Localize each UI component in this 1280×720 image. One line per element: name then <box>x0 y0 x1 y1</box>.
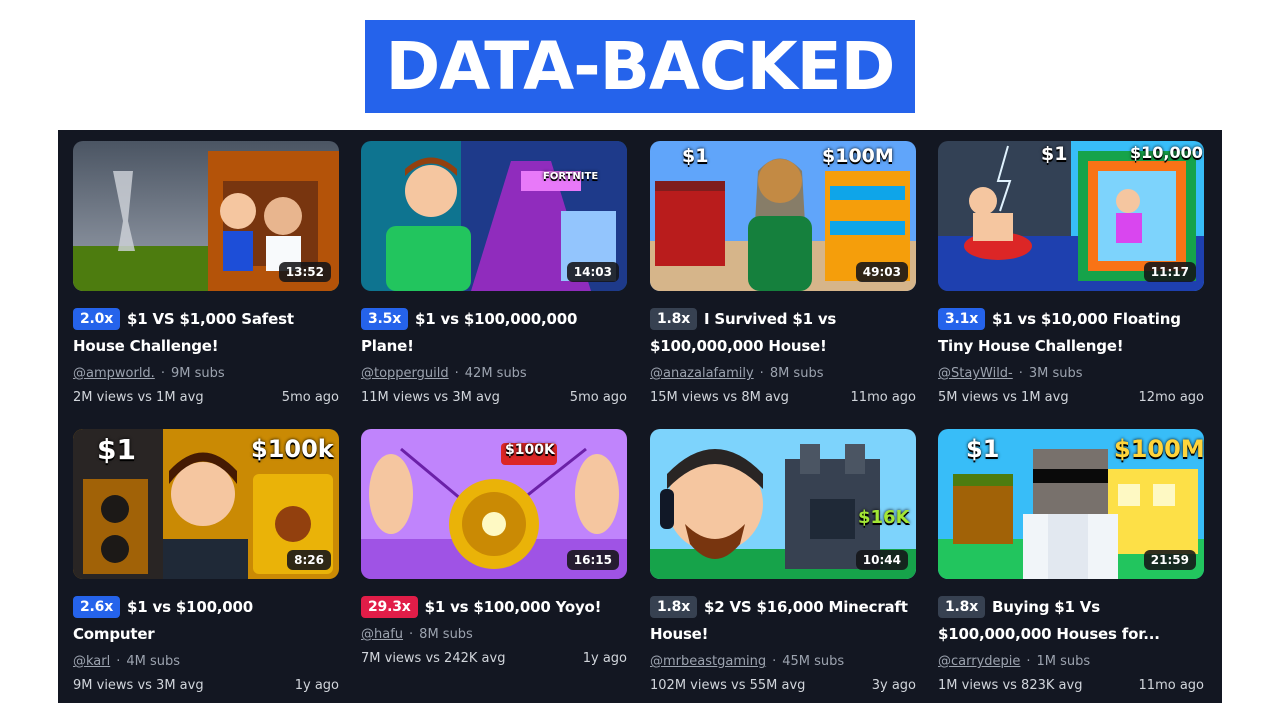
video-duration: 14:03 <box>566 262 619 282</box>
thumbnail-tag: FORTNITE <box>543 171 599 182</box>
separator-dot: · <box>116 654 121 669</box>
upload-age: 5mo ago <box>281 390 339 405</box>
video-card[interactable]: FORTNITE 14:03 3.5x $1 vs $100,000,000 Pl… <box>361 141 627 405</box>
video-title-text: $1 vs $100,000 Yoyo! <box>424 598 602 616</box>
video-thumbnail[interactable]: $16K 10:44 <box>650 429 916 579</box>
performance-badge: 2.6x <box>73 596 121 618</box>
subscriber-count: 8M subs <box>419 627 473 642</box>
video-thumbnail[interactable]: $1 $10,000 11:17 <box>938 141 1204 291</box>
thumbnail-tag: $16K <box>858 507 910 528</box>
separator-dot: · <box>409 627 414 642</box>
view-stats: 9M views vs 3M avg <box>73 678 204 693</box>
video-title[interactable]: 1.8x I Survived $1 vs $100,000,000 House! <box>650 306 916 360</box>
view-stats: 5M views vs 1M avg <box>938 390 1069 405</box>
video-thumbnail[interactable]: $1 $100k 8:26 <box>73 429 339 579</box>
performance-badge: 1.8x <box>650 308 698 330</box>
upload-age: 12mo ago <box>1138 390 1204 405</box>
view-stats: 102M views vs 55M avg <box>650 678 806 693</box>
view-stats: 11M views vs 3M avg <box>361 390 500 405</box>
separator-dot: · <box>759 366 764 381</box>
video-title[interactable]: 2.6x $1 vs $100,000 Computer <box>73 594 339 648</box>
performance-badge: 3.5x <box>361 308 409 330</box>
thumbnail-tag: $1 <box>966 435 1000 463</box>
video-title[interactable]: 3.5x $1 vs $100,000,000 Plane! <box>361 306 627 360</box>
view-stats: 15M views vs 8M avg <box>650 390 789 405</box>
channel-link[interactable]: @anazalafamily <box>650 366 754 381</box>
video-card[interactable]: $1 $100k 8:26 2.6x $1 vs $100,000 Compute… <box>73 429 339 693</box>
video-duration: 8:26 <box>287 550 331 570</box>
video-card[interactable]: $100K 16:15 29.3x $1 vs $100,000 Yoyo! @h… <box>361 429 627 666</box>
subscriber-count: 1M subs <box>1036 654 1091 669</box>
separator-dot: · <box>160 366 165 381</box>
video-thumbnail[interactable]: FORTNITE 14:03 <box>361 141 627 291</box>
channel-link[interactable]: @hafu <box>361 627 403 642</box>
video-card[interactable]: $1 $10,000 11:17 3.1x $1 vs $10,000 Float… <box>938 141 1204 405</box>
performance-badge: 3.1x <box>938 308 986 330</box>
banner-title: DATA-BACKED <box>365 20 915 113</box>
video-thumbnail[interactable]: $1 $100M 21:59 <box>938 429 1204 579</box>
channel-link[interactable]: @topperguild <box>361 366 449 381</box>
view-stats: 2M views vs 1M avg <box>73 390 204 405</box>
separator-dot: · <box>1018 366 1023 381</box>
subscriber-count: 4M subs <box>126 654 181 669</box>
subscriber-count: 9M subs <box>170 366 225 381</box>
video-title[interactable]: 1.8x Buying $1 Vs $100,000,000 Houses for… <box>938 594 1204 648</box>
thumbnail-tag: $100k <box>251 435 334 463</box>
upload-age: 3y ago <box>871 678 916 693</box>
video-title[interactable]: 1.8x $2 VS $16,000 Minecraft House! <box>650 594 916 648</box>
thumbnail-tag: $100M <box>822 145 894 167</box>
video-thumbnail[interactable]: $100K 16:15 <box>361 429 627 579</box>
video-duration: 49:03 <box>855 262 908 282</box>
channel-link[interactable]: @karl <box>73 654 110 669</box>
video-title[interactable]: 29.3x $1 vs $100,000 Yoyo! <box>361 594 627 621</box>
performance-badge: 2.0x <box>73 308 121 330</box>
view-stats: 7M views vs 242K avg <box>361 651 506 666</box>
performance-badge: 1.8x <box>650 596 698 618</box>
upload-age: 11mo ago <box>1138 678 1204 693</box>
video-thumbnail[interactable]: $1 $100M 49:03 <box>650 141 916 291</box>
subscriber-count: 8M subs <box>769 366 824 381</box>
video-title[interactable]: 3.1x $1 vs $10,000 Floating Tiny House Ch… <box>938 306 1204 360</box>
video-title[interactable]: 2.0x $1 VS $1,000 Safest House Challenge! <box>73 306 339 360</box>
thumbnail-tag: $10,000 <box>1130 143 1203 162</box>
subscriber-count: 45M subs <box>782 654 845 669</box>
separator-dot: · <box>1026 654 1031 669</box>
channel-link[interactable]: @ampworld. <box>73 366 155 381</box>
thumbnail-tag: $1 <box>97 433 136 466</box>
subscriber-count: 3M subs <box>1028 366 1083 381</box>
video-card[interactable]: $1 $100M 21:59 1.8x Buying $1 Vs $100,000… <box>938 429 1204 693</box>
thumbnail-tag: $1 <box>1041 143 1068 165</box>
upload-age: 1y ago <box>294 678 339 693</box>
video-duration: 13:52 <box>278 262 331 282</box>
thumbnail-tag: $1 <box>682 145 709 167</box>
thumbnail-tag: $100K <box>505 442 555 458</box>
upload-age: 11mo ago <box>850 390 916 405</box>
video-grid-panel: 13:52 2.0x $1 VS $1,000 Safest House Chal… <box>58 130 1222 703</box>
subscriber-count: 42M subs <box>464 366 527 381</box>
video-duration: 10:44 <box>855 550 908 570</box>
video-card[interactable]: $16K 10:44 1.8x $2 VS $16,000 Minecraft H… <box>650 429 916 693</box>
video-duration: 16:15 <box>566 550 619 570</box>
channel-link[interactable]: @mrbeastgaming <box>650 654 766 669</box>
view-stats: 1M views vs 823K avg <box>938 678 1083 693</box>
performance-badge: 29.3x <box>361 596 418 618</box>
video-duration: 21:59 <box>1143 550 1196 570</box>
channel-link[interactable]: @StayWild- <box>938 366 1013 381</box>
thumbnail-tag: $100M <box>1114 435 1204 463</box>
channel-link[interactable]: @carrydepie <box>938 654 1020 669</box>
separator-dot: · <box>454 366 459 381</box>
performance-badge: 1.8x <box>938 596 986 618</box>
video-card[interactable]: 13:52 2.0x $1 VS $1,000 Safest House Chal… <box>73 141 339 405</box>
separator-dot: · <box>772 654 777 669</box>
video-duration: 11:17 <box>1143 262 1196 282</box>
video-card[interactable]: $1 $100M 49:03 1.8x I Survived $1 vs $100… <box>650 141 916 405</box>
video-thumbnail[interactable]: 13:52 <box>73 141 339 291</box>
upload-age: 1y ago <box>582 651 627 666</box>
upload-age: 5mo ago <box>569 390 627 405</box>
